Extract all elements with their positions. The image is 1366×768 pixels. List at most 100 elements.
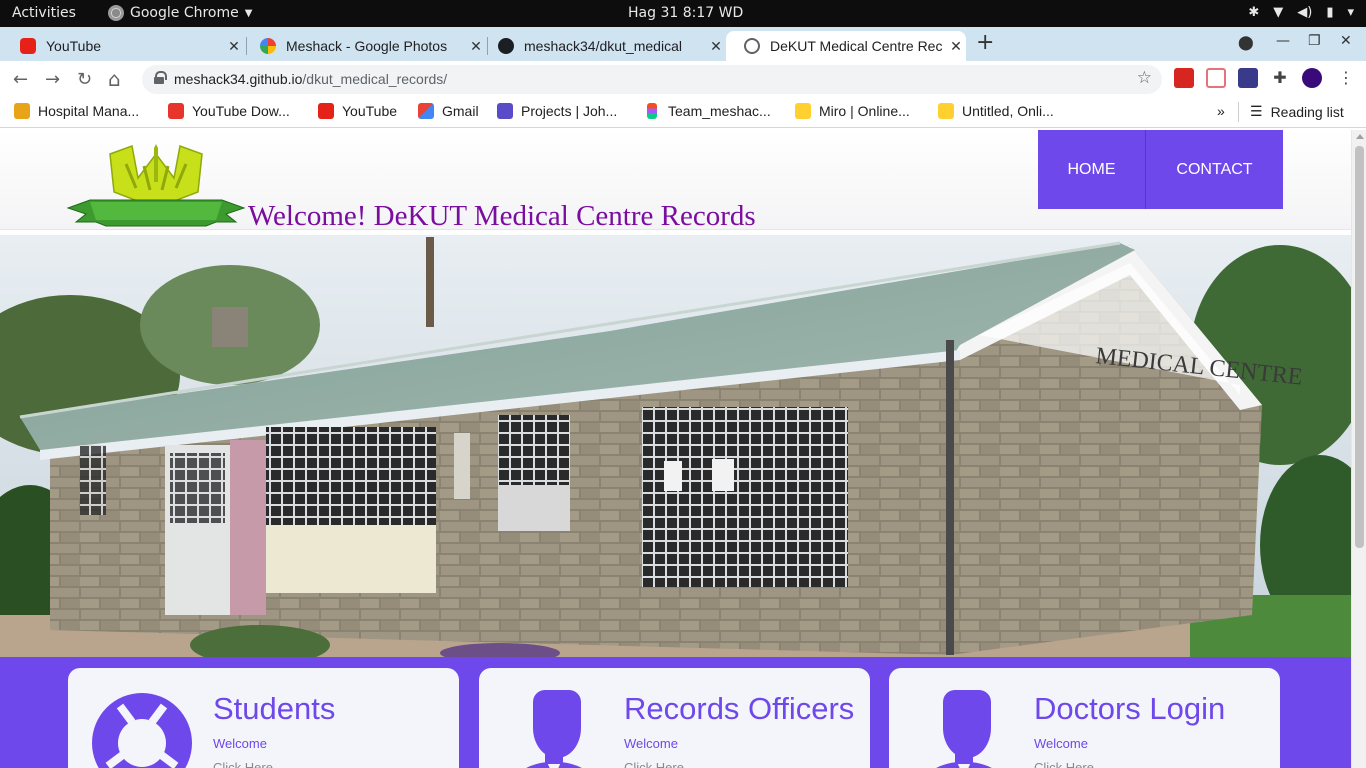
more-bookmarks-button[interactable]: » [1217,103,1225,119]
activities-button[interactable]: Activities [12,5,76,21]
home-icon[interactable]: ⌂ [108,67,121,91]
nav-contact-link[interactable]: CONTACT [1146,130,1283,209]
dekut-logo [66,144,246,227]
github-icon [498,38,514,54]
close-icon[interactable]: ✕ [946,38,966,55]
bookmark-youtube[interactable]: YouTube [318,103,397,119]
system-top-bar: Activities Google Chrome ▼ Hag 31 8:17 W… [0,0,1366,27]
profile-avatar-icon[interactable] [1302,68,1322,88]
reload-icon[interactable]: ↻ [77,69,92,90]
bookmark-label: Untitled, Onli... [962,103,1054,119]
person-icon [936,690,992,768]
bookmark-label: YouTube Dow... [192,103,290,119]
close-icon[interactable]: ✕ [224,38,244,55]
url-host: meshack34.github.io [174,71,303,87]
tab-search-icon[interactable]: ⬤ [1238,35,1254,51]
reading-list-label: Reading list [1270,103,1344,120]
restore-icon[interactable]: ❐ [1308,33,1321,49]
card-welcome: Welcome [624,736,678,751]
site-nav: HOME CONTACT [1038,130,1283,209]
bookmark-label: YouTube [342,103,398,119]
bookmark-miro-untitled[interactable]: Untitled, Onli... [938,103,1054,119]
google-photos-icon [260,38,276,54]
bookmark-figma-team[interactable]: Team_meshac... [644,103,771,119]
youtube-icon [20,38,36,54]
bookmark-label: Projects | Joh... [521,103,618,119]
bookmark-hospital-management[interactable]: Hospital Mana... [14,103,139,119]
kebab-menu-icon[interactable]: ⋮ [1336,68,1356,88]
miro-icon [795,103,811,119]
chrome-icon [108,5,124,21]
volume-icon[interactable]: ◀) [1297,5,1312,20]
youtube-icon [318,103,334,119]
lifebuoy-icon [92,693,192,768]
doctors-login-card[interactable]: Doctors Login Welcome Click Here [889,668,1280,768]
screencast-extension-icon[interactable] [1206,68,1226,88]
new-tab-button[interactable]: + [976,31,994,55]
card-link[interactable]: Click Here [624,760,684,768]
divider [1238,102,1239,122]
back-arrow-icon[interactable]: ← [13,69,28,90]
page-scrollbar[interactable] [1351,130,1366,768]
scrollbar-thumb[interactable] [1355,146,1364,548]
chevron-right-icon: » [1217,103,1225,119]
card-title: Records Officers [624,691,855,726]
tab-github[interactable]: meshack34/dkut_medical ✕ [480,31,726,61]
bookmark-label: Gmail [442,103,479,119]
clock[interactable]: Hag 31 8:17 WD [628,5,743,21]
vpn-extension-icon[interactable] [1238,68,1258,88]
battery-icon[interactable]: ▮ [1326,5,1333,20]
bookmark-star-icon[interactable]: ☆ [1137,68,1152,88]
card-welcome: Welcome [1034,736,1088,751]
lock-icon[interactable] [154,71,167,84]
person-icon [526,690,582,768]
bookmark-label: Miro | Online... [819,103,910,119]
card-title: Students [213,691,336,726]
nav-home-link[interactable]: HOME [1038,130,1146,209]
minimize-icon[interactable]: — [1276,33,1290,49]
bookmark-gmail[interactable]: Gmail [418,103,479,119]
bookmark-miro[interactable]: Miro | Online... [795,103,910,119]
reading-list-icon: ☰ [1250,103,1263,119]
window-close-icon[interactable]: ✕ [1340,33,1352,49]
tab-youtube[interactable]: YouTube ✕ [2,31,244,61]
records-officers-card[interactable]: Records Officers Welcome Click Here [479,668,870,768]
download-icon [168,103,184,119]
card-link[interactable]: Click Here [213,760,273,768]
globe-icon [744,38,760,54]
bookmark-projects[interactable]: Projects | Joh... [497,103,617,119]
url-path: /dkut_medical_records/ [302,71,448,87]
app-menu[interactable]: Google Chrome ▼ [108,5,252,21]
tab-google-photos[interactable]: Meshack - Google Photos ✕ [242,31,486,61]
puzzle-extensions-icon[interactable]: ✚ [1270,68,1290,88]
system-tray[interactable]: ✱ ▼ ◀) ▮ ▾ [1248,5,1354,20]
web-page: Welcome! DeKUT Medical Centre Records HO… [0,130,1351,768]
students-card[interactable]: Students Welcome Click Here [68,668,459,768]
network-apps-icon[interactable]: ✱ [1248,5,1259,20]
gmail-icon [418,103,434,119]
pdf-extension-icon[interactable] [1174,68,1194,88]
bookmarks-bar: Hospital Mana... YouTube Dow... YouTube … [0,97,1366,128]
forward-arrow-icon[interactable]: → [45,69,60,90]
bookmark-youtube-downloader[interactable]: YouTube Dow... [168,103,290,119]
address-bar[interactable]: meshack34.github.io/dkut_medical_records… [142,65,1162,94]
tab-label: meshack34/dkut_medical [524,38,682,54]
tab-dekut-medical[interactable]: DeKUT Medical Centre Rec ✕ [726,31,966,61]
card-link[interactable]: Click Here [1034,760,1094,768]
app-menu-label: Google Chrome [130,5,239,21]
miro-icon [938,103,954,119]
url-text[interactable]: meshack34.github.io/dkut_medical_records… [174,71,447,87]
caret-down-icon: ▼ [244,7,253,19]
hero-image-medical-centre: MEDICAL CENTRE [0,235,1351,657]
figma-icon [647,103,657,119]
power-menu-icon[interactable]: ▾ [1347,5,1354,20]
bookmark-label: Hospital Mana... [38,103,140,119]
tab-label: DeKUT Medical Centre Rec [770,38,943,54]
close-icon[interactable]: ✕ [706,38,726,55]
wifi-icon[interactable]: ▼ [1273,5,1283,20]
reading-list-button[interactable]: ☰ Reading list [1250,103,1344,120]
page-title: Welcome! DeKUT Medical Centre Records [248,200,756,232]
projects-icon [497,103,513,119]
bookmark-label: Team_meshac... [668,103,771,119]
scroll-up-arrow-icon[interactable] [1356,134,1364,139]
